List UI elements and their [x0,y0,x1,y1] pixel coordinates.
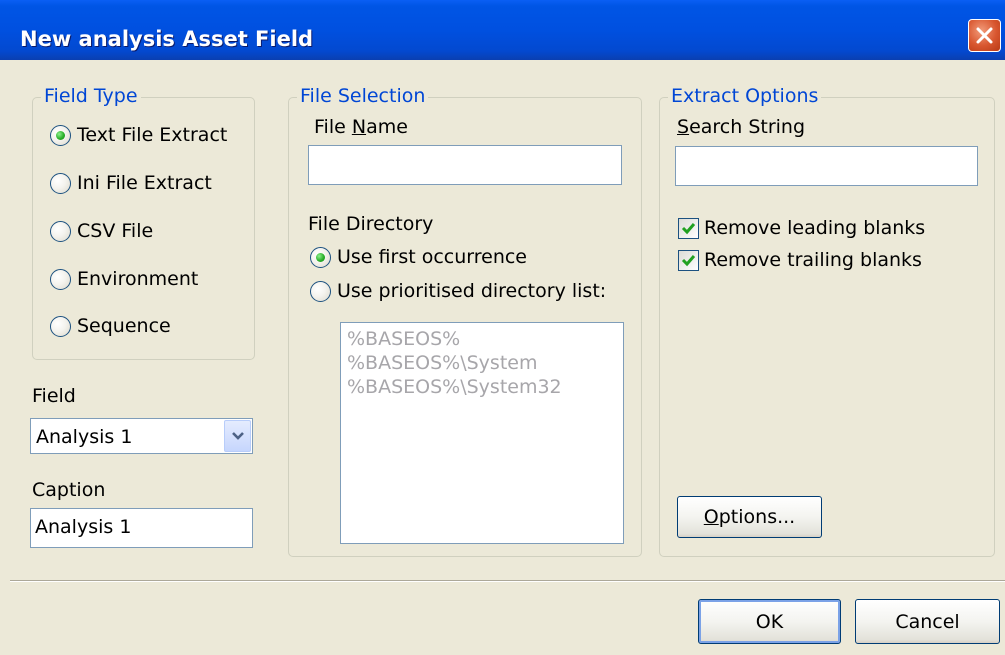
radio-unchecked-icon [50,315,71,337]
window-title: New analysis Asset Field [20,27,314,51]
title-bar[interactable]: New analysis Asset Field [0,0,1005,60]
close-button[interactable] [968,19,1001,52]
footer-separator [10,580,1005,582]
ok-button[interactable]: OK [698,599,841,644]
field-type-legend: Field Type [41,85,141,107]
file-directory-label: File Directory [308,213,434,235]
radio-label: CSV File [77,220,154,242]
radio-csv-file[interactable]: CSV File [50,220,153,242]
field-select-value: Analysis 1 [36,426,133,448]
radio-label: Sequence [77,315,171,337]
radio-label: Environment [77,268,199,290]
file-selection-legend: File Selection [297,85,429,107]
radio-unchecked-icon [310,280,331,302]
radio-label: Ini File Extract [77,172,212,194]
radio-sequence[interactable]: Sequence [50,315,171,337]
radio-environment[interactable]: Environment [50,268,198,290]
checkbox-checked-icon [678,217,699,239]
cancel-button[interactable]: Cancel [855,599,1000,644]
radio-unchecked-icon [50,268,71,290]
close-icon [976,27,993,44]
dropdown-button[interactable] [224,420,251,452]
radio-use-prioritised-list[interactable]: Use prioritised directory list: [310,280,606,302]
checkbox-checked-icon [678,249,699,271]
radio-use-first-occurrence[interactable]: Use first occurrence [310,246,527,268]
checkbox-label: Remove trailing blanks [704,249,922,271]
search-string-label: Search String [677,116,806,138]
checkbox-label: Remove leading blanks [704,217,926,239]
checkmark-icon [681,254,696,266]
caption-label: Caption [32,479,106,501]
search-string-input[interactable] [675,146,978,186]
radio-label: Text File Extract [77,124,228,146]
radio-checked-icon [50,124,71,146]
radio-ini-file-extract[interactable]: Ini File Extract [50,172,212,194]
file-name-input[interactable] [308,145,622,185]
field-label: Field [32,385,76,407]
list-item: %BASEOS% [347,328,461,350]
extract-options-legend: Extract Options [668,85,822,107]
caption-input[interactable]: Analysis 1 [30,508,253,548]
checkbox-remove-leading-blanks[interactable]: Remove leading blanks [678,217,925,239]
radio-label: Use first occurrence [337,246,527,268]
options-button[interactable]: Options... [677,496,822,538]
radio-checked-icon [310,246,331,268]
list-item: %BASEOS%\System32 [347,376,562,398]
checkmark-icon [681,222,696,234]
directory-listbox[interactable]: %BASEOS% %BASEOS%\System %BASEOS%\System… [340,322,624,544]
field-select[interactable]: Analysis 1 [30,418,253,454]
radio-unchecked-icon [50,220,71,242]
list-item: %BASEOS%\System [347,352,538,374]
radio-label: Use prioritised directory list: [337,280,607,302]
file-name-label: File Name [314,116,408,138]
radio-text-file-extract[interactable]: Text File Extract [50,124,227,146]
checkbox-remove-trailing-blanks[interactable]: Remove trailing blanks [678,249,922,271]
chevron-down-icon [232,432,244,440]
radio-unchecked-icon [50,172,71,194]
